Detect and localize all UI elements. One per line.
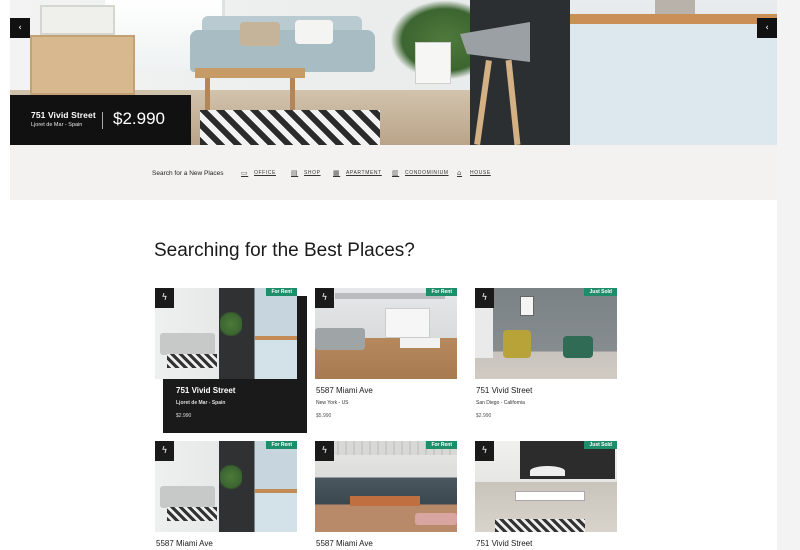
photo-armchair [503, 330, 531, 358]
category-label: APARTMENT [346, 170, 382, 176]
photo-table [400, 338, 440, 348]
photo-counter [255, 336, 297, 379]
photo-rug [167, 354, 217, 368]
listing-address: 751 Vivid Street [476, 386, 533, 395]
listing-card[interactable]: ϟ For Rent 5587 Miami Ave New York - US … [315, 288, 457, 423]
hero-photo-shelf [30, 35, 135, 95]
office-icon: ▭ [241, 169, 249, 177]
photo-sofa [160, 333, 215, 355]
listing-address: 751 Vivid Street [476, 539, 533, 548]
search-label: Search for a New Places [152, 170, 224, 177]
hero-photo-frame [415, 42, 451, 84]
listing-location: Ljoret de Mar - Spain [176, 400, 226, 406]
status-badge: For Rent [266, 288, 297, 296]
hero-photo-pillow [240, 22, 280, 46]
category-label: CONDOMINIUM [405, 170, 449, 176]
bolt-icon: ϟ [475, 441, 494, 461]
category-label: SHOP [304, 170, 321, 176]
shop-icon: ▤ [291, 169, 299, 177]
category-apartment-link[interactable]: ▦ APARTMENT [333, 169, 382, 177]
photo-plant [220, 463, 242, 491]
status-badge: Just Sold [584, 441, 617, 449]
photo-window [385, 308, 430, 338]
hero-photo-counter [570, 14, 777, 145]
hero-photo-cups [655, 0, 695, 14]
photo-table [515, 491, 585, 501]
listing-photo [315, 288, 457, 379]
listing-photo [155, 288, 297, 379]
chevron-left-icon: ‹ [765, 23, 769, 33]
listing-address: 5587 Miami Ave [156, 539, 213, 548]
listing-photo [155, 441, 297, 532]
hero-divider [102, 112, 103, 129]
hero-photo-sofa [190, 30, 375, 72]
bolt-icon: ϟ [315, 441, 334, 461]
hero-info-box[interactable]: 751 Vivid Street Ljoret de Mar - Spain $… [10, 95, 191, 145]
apartment-icon: ▦ [333, 169, 341, 177]
hero-price: $2.990 [113, 109, 165, 128]
house-icon: ⌂ [457, 169, 463, 177]
listing-address: 5587 Miami Ave [316, 386, 373, 395]
photo-frame [520, 296, 534, 316]
hero-photo-pillow [295, 20, 333, 44]
listing-address: 5587 Miami Ave [316, 539, 373, 548]
hero-address: 751 Vivid Street [31, 110, 96, 120]
bolt-icon: ϟ [155, 288, 174, 308]
chevron-left-icon: ‹ [18, 23, 22, 33]
hero-location: Ljoret de Mar - Spain [31, 122, 83, 128]
photo-plant [220, 310, 242, 338]
status-badge: For Rent [426, 441, 457, 449]
category-shop-link[interactable]: ▤ SHOP [291, 169, 321, 177]
listing-photo [475, 441, 617, 532]
photo-rug [495, 519, 585, 532]
listing-price: $2.990 [476, 413, 492, 419]
listing-price: $2.990 [176, 413, 192, 419]
bolt-icon: ϟ [155, 441, 174, 461]
listing-location: San Diego - California [476, 400, 525, 406]
section-title: Searching for the Best Places? [154, 240, 415, 261]
listing-card[interactable]: ϟ Just Sold 751 Vivid Street San Diego -… [475, 288, 617, 423]
photo-bench [415, 513, 457, 525]
listing-card[interactable]: ϟ For Rent 751 Vivid Street Ljoret de Ma… [155, 288, 297, 433]
listing-location: New York - US [316, 400, 349, 406]
photo-counter [255, 489, 297, 532]
category-label: HOUSE [470, 170, 491, 176]
category-label: OFFICE [254, 170, 276, 176]
hero-photo-table [195, 68, 305, 78]
hero-photo-rug [200, 110, 380, 145]
hero-prev-button[interactable]: ‹ [10, 18, 30, 38]
scroll-gutter [777, 0, 800, 550]
status-badge: Just Sold [584, 288, 617, 296]
status-badge: For Rent [426, 288, 457, 296]
photo-pendant-lamp [530, 466, 565, 476]
photo-sofa [160, 486, 215, 508]
category-office-link[interactable]: ▭ OFFICE [241, 169, 276, 177]
condominium-icon: ▥ [392, 169, 400, 177]
photo-armchair [563, 336, 593, 358]
listing-price: $5.990 [316, 413, 332, 419]
photo-rug [167, 507, 217, 521]
hero-next-button[interactable]: ‹ [757, 18, 777, 38]
listing-photo [475, 288, 617, 379]
listing-photo [315, 441, 457, 532]
listing-card[interactable]: ϟ For Rent 5587 Miami Ave [155, 441, 297, 550]
listing-card[interactable]: ϟ For Rent 5587 Miami Ave [315, 441, 457, 550]
category-house-link[interactable]: ⌂ HOUSE [457, 169, 491, 177]
photo-sofa [315, 328, 365, 350]
bolt-icon: ϟ [315, 288, 334, 308]
hero-photo-shelf-top [40, 5, 115, 35]
listing-address: 751 Vivid Street [176, 386, 236, 395]
bolt-icon: ϟ [475, 288, 494, 308]
status-badge: For Rent [266, 441, 297, 449]
category-condominium-link[interactable]: ▥ CONDOMINIUM [392, 169, 449, 177]
photo-dining-table [350, 496, 420, 506]
listing-card[interactable]: ϟ Just Sold 751 Vivid Street [475, 441, 617, 550]
